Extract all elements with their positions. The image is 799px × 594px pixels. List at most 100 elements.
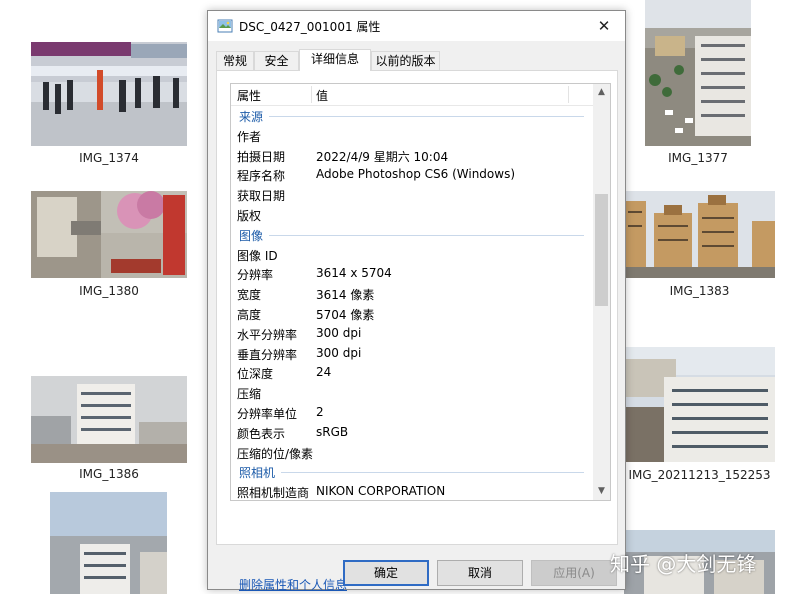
property-value[interactable]: sRGB <box>316 425 348 439</box>
property-row[interactable]: 作者 <box>231 126 594 146</box>
remove-properties-link[interactable]: 删除属性和个人信息 <box>239 576 347 593</box>
section-label: 照相机 <box>239 466 276 481</box>
property-value[interactable]: NIKON CORPORATION <box>316 484 445 498</box>
thumbnail-img-1377[interactable]: IMG_1377 <box>645 0 751 168</box>
property-name: 宽度 <box>237 288 262 303</box>
property-name: 颜色表示 <box>237 426 286 441</box>
column-divider[interactable] <box>568 86 569 103</box>
apply-button[interactable]: 应用(A) <box>531 560 617 586</box>
column-divider[interactable] <box>311 86 312 103</box>
thumbnail-caption: IMG_20211213_152253 <box>628 468 771 482</box>
thumbnail-image <box>50 492 167 594</box>
file-explorer-background: IMG_1374 IMG_1377 IMG_1380 IMG_1383 IMG_… <box>0 0 799 594</box>
property-row[interactable]: 分辨率 3614 x 5704 <box>231 264 594 284</box>
list-header: 属性 值 <box>231 84 594 106</box>
property-row[interactable]: 垂直分辨率 300 dpi <box>231 344 594 364</box>
property-value[interactable]: 3614 像素 <box>316 286 374 303</box>
thumbnail-image <box>624 191 775 278</box>
tab-security[interactable]: 安全 <box>254 51 299 71</box>
scroll-up-icon[interactable]: ▲ <box>593 84 610 101</box>
property-name: 分辨率单位 <box>237 406 298 421</box>
property-value[interactable]: 300 dpi <box>316 326 361 340</box>
tab-previous-versions[interactable]: 以前的版本 <box>371 51 440 71</box>
property-row[interactable]: 压缩的位/像素 <box>231 443 594 463</box>
property-value[interactable]: 2 <box>316 405 324 419</box>
property-row[interactable]: 水平分辨率 300 dpi <box>231 324 594 344</box>
property-value[interactable]: 2022/4/9 星期六 10:04 <box>316 148 448 165</box>
property-row[interactable]: 图像 ID <box>231 245 594 265</box>
property-row[interactable]: 拍摄日期 2022/4/9 星期六 10:04 <box>231 146 594 166</box>
thumbnail-bottom-left[interactable] <box>50 492 167 594</box>
property-value[interactable]: Adobe Photoshop CS6 (Windows) <box>316 167 515 181</box>
thumbnail-image <box>31 191 187 278</box>
thumbnail-image <box>624 347 775 462</box>
property-name: 高度 <box>237 307 262 322</box>
property-row[interactable]: 位深度 24 <box>231 363 594 383</box>
property-list[interactable]: 属性 值 来源作者拍摄日期 2022/4/9 星期六 10:04 程序名称 Adobe… <box>230 83 611 501</box>
column-header-property[interactable]: 属性 <box>237 87 261 104</box>
property-name: 压缩的位/像素 <box>237 446 314 461</box>
property-row[interactable]: 版权 <box>231 205 594 225</box>
column-header-value[interactable]: 值 <box>316 87 328 104</box>
thumbnail-caption: IMG_1386 <box>79 467 139 481</box>
property-name: 水平分辨率 <box>237 327 298 342</box>
property-name: 分辨率 <box>237 268 274 283</box>
image-file-icon <box>217 19 233 33</box>
property-name: 图像 ID <box>237 248 278 263</box>
property-row[interactable]: 颜色表示 sRGB <box>231 423 594 443</box>
vertical-scrollbar[interactable]: ▲ ▼ <box>593 84 610 500</box>
scroll-down-icon[interactable]: ▼ <box>593 483 610 500</box>
property-row[interactable]: 程序名称 Adobe Photoshop CS6 (Windows) <box>231 165 594 185</box>
property-value[interactable]: 3614 x 5704 <box>316 266 392 280</box>
section-label: 来源 <box>239 110 264 124</box>
section-divider <box>269 116 584 117</box>
details-panel: 属性 值 来源作者拍摄日期 2022/4/9 星期六 10:04 程序名称 Adobe… <box>216 70 618 592</box>
property-rows: 来源作者拍摄日期 2022/4/9 星期六 10:04 程序名称 Adobe Phot… <box>231 106 594 501</box>
tab-details[interactable]: 详细信息 <box>299 49 371 71</box>
section-divider <box>281 472 584 474</box>
watermark: 知乎 @大剑无锋 <box>610 552 757 576</box>
close-button[interactable]: ✕ <box>583 11 625 41</box>
section-divider <box>269 234 584 236</box>
thumbnail-caption: IMG_1377 <box>668 151 728 165</box>
property-name: 拍摄日期 <box>237 149 286 164</box>
property-name: 程序名称 <box>237 169 286 184</box>
thumbnail-image <box>645 0 751 146</box>
property-row[interactable]: 宽度 3614 像素 <box>231 284 594 304</box>
thumbnail-image <box>31 42 187 146</box>
thumbnail-img-1380[interactable]: IMG_1380 <box>31 191 187 301</box>
section-label: 图像 <box>239 228 264 243</box>
cancel-button[interactable]: 取消 <box>437 560 523 586</box>
thumbnail-img-1374[interactable]: IMG_1374 <box>31 42 187 167</box>
dialog-title: DSC_0427_001001 属性 <box>239 20 381 34</box>
thumbnail-img-1386[interactable]: IMG_1386 <box>31 376 187 484</box>
property-row[interactable]: 压缩 <box>231 383 594 403</box>
properties-dialog: DSC_0427_001001 属性 ✕ 常规 安全 详细信息 以前的版本 属性… <box>207 10 626 592</box>
property-name: 版权 <box>237 208 262 223</box>
property-name: 垂直分辨率 <box>237 347 298 362</box>
thumbnail-caption: IMG_1380 <box>79 284 139 298</box>
property-value[interactable]: 300 dpi <box>316 346 361 360</box>
thumbnail-img-1383[interactable]: IMG_1383 <box>624 191 775 301</box>
section-header[interactable]: 照相机 <box>231 462 594 482</box>
property-name: 照相机制造商 <box>237 486 310 501</box>
section-header[interactable]: 图像 <box>231 225 594 245</box>
property-name: 位深度 <box>237 367 274 382</box>
ok-button[interactable]: 确定 <box>343 560 429 586</box>
property-row[interactable]: 照相机制造商 NIKON CORPORATION <box>231 482 594 501</box>
close-icon: ✕ <box>597 17 611 35</box>
property-name: 压缩 <box>237 387 262 402</box>
section-header[interactable]: 来源 <box>231 106 594 126</box>
property-row[interactable]: 高度 5704 像素 <box>231 304 594 324</box>
property-name: 作者 <box>237 129 262 144</box>
thumbnail-image <box>31 376 187 463</box>
thumbnail-img-20211213[interactable]: IMG_20211213_152253 <box>624 347 775 485</box>
thumbnail-caption: IMG_1383 <box>669 284 730 298</box>
tab-general[interactable]: 常规 <box>216 51 254 71</box>
scrollbar-thumb[interactable] <box>595 194 608 306</box>
property-row[interactable]: 获取日期 <box>231 185 594 205</box>
property-value[interactable]: 5704 像素 <box>316 306 374 323</box>
title-bar[interactable]: DSC_0427_001001 属性 ✕ <box>208 11 625 41</box>
property-row[interactable]: 分辨率单位 2 <box>231 403 594 423</box>
property-value[interactable]: 24 <box>316 365 331 379</box>
